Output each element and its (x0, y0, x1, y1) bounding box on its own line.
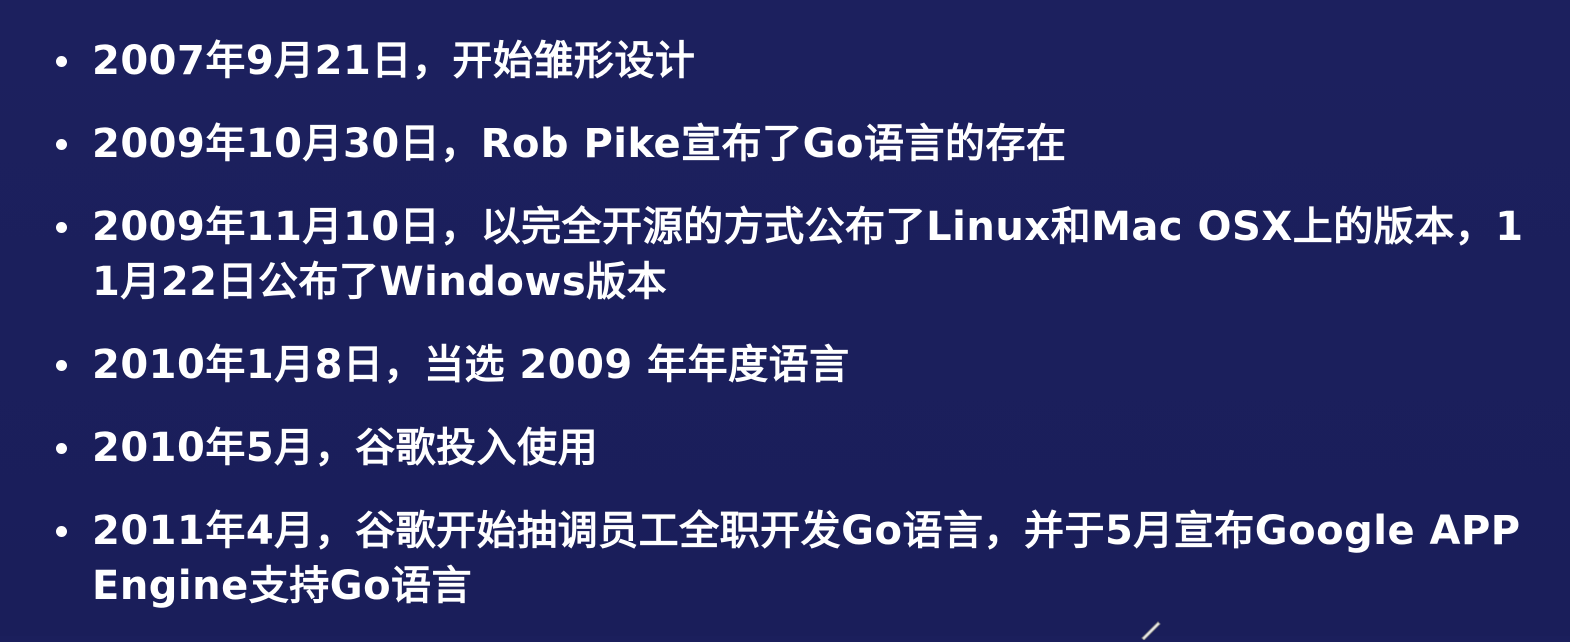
bullet-text: 2010年1月8日，当选 2009 年年度语言 (92, 342, 850, 388)
bullet-text: 2011年4月，谷歌开始抽调员工全职开发Go语言，并于5月宣布Google AP… (92, 508, 1521, 609)
bullet-item: 2009年10月30日，Rob Pike宣布了Go语言的存在 (56, 117, 1546, 172)
bullet-dot-icon (56, 139, 67, 150)
bullet-dot-icon (56, 526, 67, 537)
bullet-item: 2011年4月，谷歌开始抽调员工全职开发Go语言，并于5月宣布Google AP… (56, 504, 1546, 614)
mouse-cursor-icon (1141, 621, 1161, 640)
bullet-item: 2010年1月8日，当选 2009 年年度语言 (56, 338, 1546, 393)
bullet-dot-icon (56, 222, 67, 233)
bullet-text: 2010年5月，谷歌投入使用 (92, 425, 599, 471)
timeline-bullet-list: 2007年9月21日，开始雏形设计 2009年10月30日，Rob Pike宣布… (56, 34, 1546, 642)
bullet-dot-icon (56, 443, 67, 454)
bullet-dot-icon (56, 56, 67, 67)
bullet-text: 2007年9月21日，开始雏形设计 (92, 38, 696, 84)
bullet-text: 2009年10月30日，Rob Pike宣布了Go语言的存在 (92, 121, 1067, 167)
bullet-item: 2009年11月10日，以完全开源的方式公布了Linux和Mac OSX上的版本… (56, 200, 1546, 310)
bullet-item: 2007年9月21日，开始雏形设计 (56, 34, 1546, 89)
slide: 2007年9月21日，开始雏形设计 2009年10月30日，Rob Pike宣布… (0, 0, 1570, 640)
bullet-text: 2009年11月10日，以完全开源的方式公布了Linux和Mac OSX上的版本… (92, 204, 1524, 305)
bullet-item: 2010年5月，谷歌投入使用 (56, 421, 1546, 476)
bullet-dot-icon (56, 360, 67, 371)
